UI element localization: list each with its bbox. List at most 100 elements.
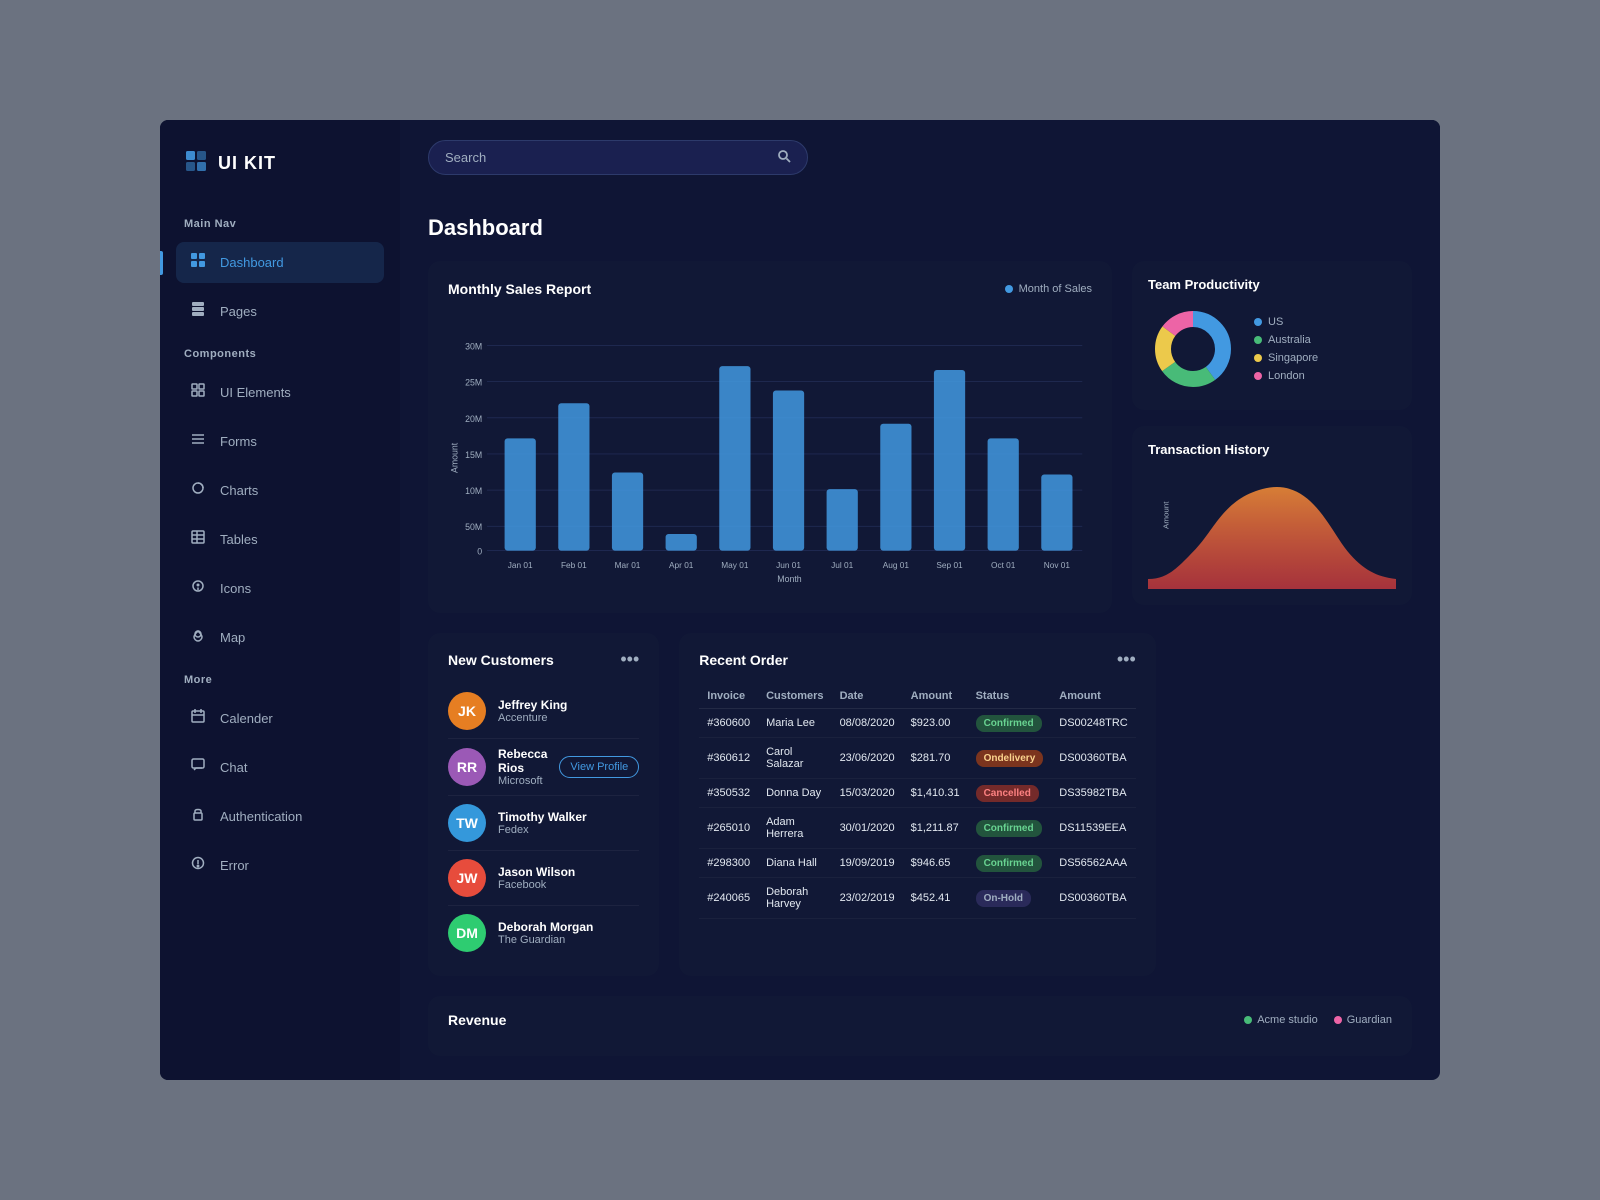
recent-orders-card: Recent Order ••• Invoice Customers Date … [679,633,1155,976]
cell-invoice: #350532 [699,779,758,808]
cell-status: On-Hold [968,878,1052,919]
view-profile-button[interactable]: View Profile [559,756,639,778]
customer-avatar: JK [448,692,486,730]
new-customers-card: New Customers ••• JK Jeffrey King Accent… [428,633,659,976]
svg-text:0: 0 [477,546,482,556]
calendar-icon [188,708,208,729]
svg-text:25M: 25M [465,378,482,388]
sidebar-item-charts[interactable]: Charts [176,470,384,511]
sidebar-item-authentication[interactable]: Authentication [176,796,384,837]
table-row: #360612 Carol Salazar 23/06/2020 $281.70… [699,738,1135,779]
customer-avatar: DM [448,914,486,952]
legend-singapore-label: Singapore [1268,352,1318,364]
chart-header: Monthly Sales Report Month of Sales [448,281,1092,297]
revenue-title: Revenue [448,1012,506,1028]
customer-item: JK Jeffrey King Accenture [448,684,639,739]
revenue-section: Revenue Acme studio Guardian [428,996,1412,1056]
bar-chart-container: 30M 25M 20M 15M 10M 50M 0 Amount [448,313,1092,593]
sidebar-item-forms[interactable]: Forms [176,421,384,462]
customer-info: Jeffrey King Accenture [498,698,639,724]
sidebar-item-ui-elements[interactable]: UI Elements [176,372,384,413]
cell-status: Confirmed [968,849,1052,878]
chat-icon [188,757,208,778]
search-bar[interactable] [428,140,808,175]
table-row: #350532 Donna Day 15/03/2020 $1,410.31 C… [699,779,1135,808]
cell-ref: DS56562AAA [1051,849,1135,878]
cell-amount: $452.41 [903,878,968,919]
sidebar-item-chat[interactable]: Chat [176,747,384,788]
customer-name: Rebecca Rios [498,747,547,775]
cell-status: Confirmed [968,808,1052,849]
legend-acme-dot [1244,1016,1252,1024]
tables-label: Tables [220,532,258,547]
cell-amount: $923.00 [903,709,968,738]
sidebar-item-calendar[interactable]: Calender [176,698,384,739]
sidebar-item-icons[interactable]: Icons [176,568,384,609]
legend-australia-dot [1254,336,1262,344]
sidebar-item-dashboard[interactable]: Dashboard [176,242,384,283]
col-date: Date [832,684,903,709]
dashboard-grid: Monthly Sales Report Month of Sales [428,261,1412,613]
customer-avatar: TW [448,804,486,842]
svg-text:Amount: Amount [1162,501,1171,529]
cell-customer: Donna Day [758,779,831,808]
bar-chart-svg: 30M 25M 20M 15M 10M 50M 0 Amount [448,313,1092,593]
ui-elements-label: UI Elements [220,385,291,400]
orders-card-header: Recent Order ••• [699,649,1135,670]
customers-menu-icon[interactable]: ••• [620,649,639,670]
charts-label: Charts [220,483,258,498]
svg-text:Aug 01: Aug 01 [883,560,910,570]
svg-text:Sep 01: Sep 01 [936,560,963,570]
customers-card-title: New Customers [448,652,554,668]
cell-date: 23/06/2020 [832,738,903,779]
status-badge: Ondelivery [976,750,1044,767]
cell-status: Confirmed [968,709,1052,738]
svg-text:10M: 10M [465,486,482,496]
legend-singapore-dot [1254,354,1262,362]
table-row: #298300 Diana Hall 19/09/2019 $946.65 Co… [699,849,1135,878]
legend-london: London [1254,370,1318,382]
cell-amount: $946.65 [903,849,968,878]
cell-amount: $1,410.31 [903,779,968,808]
cell-customer: Maria Lee [758,709,831,738]
legend-dot [1005,285,1013,293]
cell-ref: DS11539EEA [1051,808,1135,849]
icons-icon [188,578,208,599]
search-input[interactable] [445,150,767,165]
customer-company: The Guardian [498,934,639,946]
donut-container: US Australia Singapore [1148,304,1396,394]
cell-ref: DS00360TBA [1051,738,1135,779]
cell-date: 15/03/2020 [832,779,903,808]
sales-chart-card: Monthly Sales Report Month of Sales [428,261,1112,613]
svg-text:Jan 01: Jan 01 [508,560,533,570]
orders-menu-icon[interactable]: ••• [1117,649,1136,670]
cell-ref: DS00360TBA [1051,878,1135,919]
legend-acme: Acme studio [1244,1014,1318,1026]
customer-name: Timothy Walker [498,810,639,824]
error-icon [188,855,208,876]
customer-avatar: JW [448,859,486,897]
cell-status: Cancelled [968,779,1052,808]
customer-info: Deborah Morgan The Guardian [498,920,639,946]
bottom-grid: New Customers ••• JK Jeffrey King Accent… [428,633,1412,976]
col-ref: Amount [1051,684,1135,709]
legend-guardian: Guardian [1334,1014,1392,1026]
legend-london-label: London [1268,370,1305,382]
app-window: UI KIT Main Nav Dashboard [160,120,1440,1080]
revenue-legend: Acme studio Guardian [1244,1014,1392,1026]
sidebar-item-error[interactable]: Error [176,845,384,886]
forms-icon [188,431,208,452]
sidebar-item-map[interactable]: Map [176,617,384,658]
sidebar-item-pages[interactable]: Pages [176,291,384,332]
cell-invoice: #298300 [699,849,758,878]
logo: UI KIT [176,144,384,182]
legend-australia-label: Australia [1268,334,1311,346]
chart-legend-label: Month of Sales [1019,283,1092,295]
sidebar-item-tables[interactable]: Tables [176,519,384,560]
components-label: Components [176,340,384,364]
cell-customer: Adam Herrera [758,808,831,849]
svg-text:Oct 01: Oct 01 [991,560,1016,570]
legend-guardian-dot [1334,1016,1342,1024]
orders-card-title: Recent Order [699,652,788,668]
ui-elements-icon [188,382,208,403]
